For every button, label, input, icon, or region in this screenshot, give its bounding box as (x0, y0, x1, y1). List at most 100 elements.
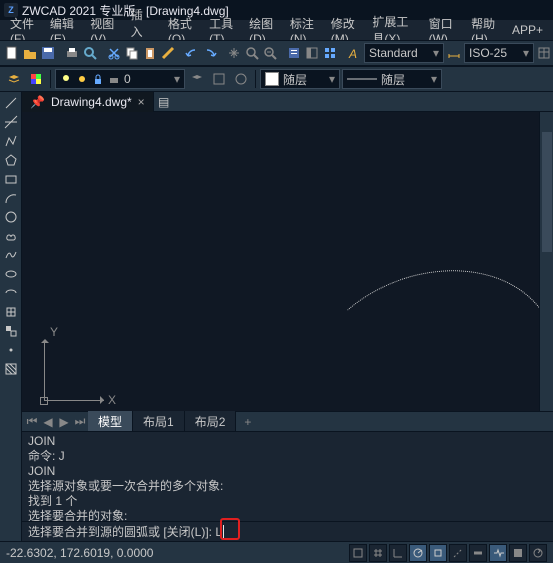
layer-state-button[interactable] (209, 69, 229, 89)
properties-button[interactable] (286, 43, 302, 63)
new-button[interactable] (4, 43, 20, 63)
draw-toolbar (0, 92, 22, 541)
line-sample-icon (347, 75, 377, 83)
print-icon (108, 73, 120, 85)
separator (255, 70, 256, 88)
redo-button[interactable] (202, 43, 218, 63)
document-tab[interactable]: 📌 Drawing4.dwg* × (22, 92, 154, 112)
block-tool[interactable] (2, 322, 20, 340)
ellipse-tool[interactable] (2, 265, 20, 283)
chevron-down-icon: ▾ (174, 72, 180, 86)
grid-toggle[interactable] (369, 544, 387, 562)
print-button[interactable] (64, 43, 80, 63)
ortho-toggle[interactable] (389, 544, 407, 562)
scrollbar-thumb[interactable] (542, 132, 552, 252)
cmd-line: 命令: J (28, 449, 547, 464)
dim-style-combo[interactable]: ISO-25 ▾ (464, 43, 534, 63)
open-button[interactable] (22, 43, 38, 63)
combo-value: 随层 (283, 71, 307, 88)
linetype-combo[interactable]: 随层 ▾ (342, 69, 442, 89)
layer-combo[interactable]: 0 ▾ (55, 69, 185, 89)
text-style-combo[interactable]: Standard ▾ (364, 43, 444, 63)
polyline-tool[interactable] (2, 132, 20, 150)
coords-readout[interactable]: -22.6302, 172.6019, 0.0000 (6, 546, 153, 560)
hatch-tool[interactable] (2, 360, 20, 378)
paste-button[interactable] (142, 43, 158, 63)
cmd-line: 选择要合并的对象: (28, 509, 547, 521)
undo-button[interactable] (184, 43, 200, 63)
insert-tool[interactable] (2, 303, 20, 321)
dim-style-button[interactable] (446, 43, 462, 63)
tab-next-button[interactable]: ▶ (56, 414, 72, 430)
model-toggle[interactable] (509, 544, 527, 562)
tab-layout2[interactable]: 布局2 (185, 411, 237, 432)
lock-icon (92, 73, 104, 85)
menu-bar: 文件(F) 编辑(E) 视图(V) 插入(I) 格式(O) 工具(T) 绘图(D… (0, 20, 553, 40)
toolpalettes-button[interactable] (322, 43, 338, 63)
tab-first-button[interactable]: ⏮ (24, 414, 40, 430)
cycle-toggle[interactable] (529, 544, 547, 562)
tab-last-button[interactable]: ⏭ (72, 414, 88, 430)
ucs-x-label: X (108, 393, 116, 407)
otrack-toggle[interactable] (449, 544, 467, 562)
tab-list-button[interactable]: ▤ (154, 95, 174, 109)
arc-preview (272, 234, 553, 411)
arc-tool[interactable] (2, 189, 20, 207)
preview-button[interactable] (82, 43, 98, 63)
combo-value: 0 (124, 72, 131, 86)
lwt-toggle[interactable] (469, 544, 487, 562)
combo-value: 随层 (381, 71, 405, 88)
cut-button[interactable] (106, 43, 122, 63)
designcenter-button[interactable] (304, 43, 320, 63)
tab-prev-button[interactable]: ◀ (40, 414, 56, 430)
layer-prev-button[interactable] (187, 69, 207, 89)
canvas[interactable]: Y X (22, 112, 553, 411)
chevron-down-icon: ▾ (433, 46, 439, 60)
osnap-toggle[interactable] (429, 544, 447, 562)
combo-value: Standard (369, 46, 418, 60)
combo-value: ISO-25 (469, 46, 507, 60)
command-history[interactable]: JOIN 命令: J JOIN 选择源对象或要一次合并的多个对象: 找到 1 个… (22, 431, 553, 521)
tab-add-button[interactable]: + (236, 413, 259, 431)
polar-toggle[interactable] (409, 544, 427, 562)
ellipse-arc-tool[interactable] (2, 284, 20, 302)
command-input-line[interactable]: 选择要合并到源的圆弧或 [关闭(L)]: L (22, 521, 553, 541)
zoom-button[interactable] (244, 43, 260, 63)
match-button[interactable] (160, 43, 176, 63)
menu-app[interactable]: APP+ (506, 21, 549, 39)
close-icon[interactable]: × (138, 95, 145, 109)
layout-tabs: ⏮ ◀ ▶ ⏭ 模型 布局1 布局2 + (22, 411, 553, 431)
tab-model[interactable]: 模型 (88, 411, 133, 432)
polygon-tool[interactable] (2, 151, 20, 169)
color-combo[interactable]: 随层 ▾ (260, 69, 340, 89)
copy-button[interactable] (124, 43, 140, 63)
layer-manager-button[interactable] (4, 69, 24, 89)
rectangle-tool[interactable] (2, 170, 20, 188)
line-tool[interactable] (2, 94, 20, 112)
revcloud-tool[interactable] (2, 227, 20, 245)
save-button[interactable] (40, 43, 56, 63)
highlight-annotation (220, 518, 240, 540)
cmd-line: 找到 1 个 (28, 494, 547, 509)
zoom-prev-button[interactable] (262, 43, 278, 63)
cmd-line: 选择源对象或要一次合并的多个对象: (28, 479, 547, 494)
pan-button[interactable] (226, 43, 242, 63)
snap-toggle[interactable] (349, 544, 367, 562)
dyn-toggle[interactable] (489, 544, 507, 562)
color-button[interactable] (26, 69, 46, 89)
xline-tool[interactable] (2, 113, 20, 131)
chevron-down-icon: ▾ (431, 72, 437, 86)
layer-iso-button[interactable] (231, 69, 251, 89)
text-style-button[interactable]: A (346, 43, 362, 63)
point-tool[interactable] (2, 341, 20, 359)
vertical-scrollbar[interactable] (539, 112, 553, 411)
ucs-y-label: Y (50, 325, 58, 339)
cmd-line: JOIN (28, 464, 547, 479)
table-style-button[interactable] (536, 43, 552, 63)
spline-tool[interactable] (2, 246, 20, 264)
cmd-line: JOIN (28, 434, 547, 449)
circle-tool[interactable] (2, 208, 20, 226)
sun-icon (76, 73, 88, 85)
tab-layout1[interactable]: 布局1 (133, 411, 185, 432)
pin-icon: 📌 (30, 95, 45, 109)
